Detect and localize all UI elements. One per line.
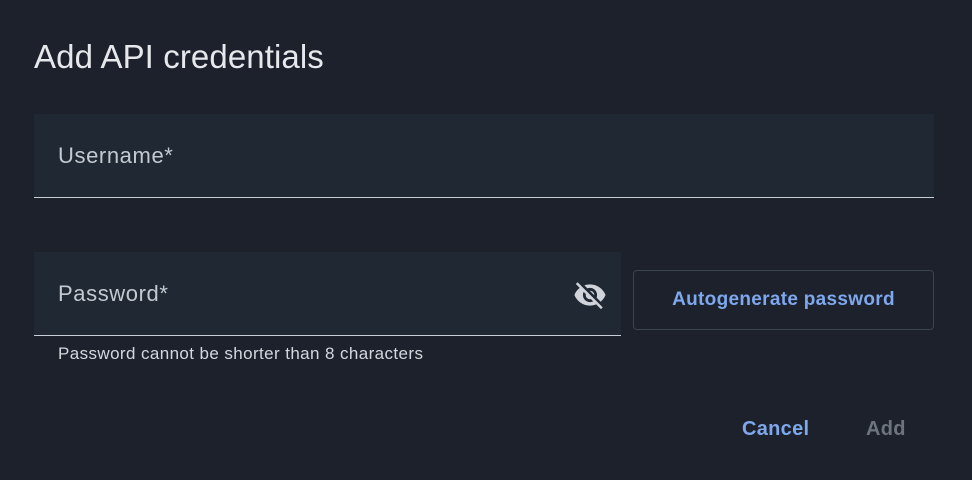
password-field[interactable]: Password* xyxy=(34,252,621,336)
eye-off-icon[interactable] xyxy=(571,276,609,314)
dialog-title: Add API credentials xyxy=(34,38,324,75)
add-button[interactable]: Add xyxy=(866,412,906,446)
password-input[interactable] xyxy=(58,272,559,318)
username-field[interactable]: Username* xyxy=(34,114,934,198)
username-input[interactable] xyxy=(58,134,872,180)
cancel-button[interactable]: Cancel xyxy=(742,412,809,446)
autogenerate-password-button[interactable]: Autogenerate password xyxy=(633,270,934,330)
add-api-credentials-dialog: Add API credentials Username* Password* … xyxy=(0,0,972,480)
password-hint: Password cannot be shorter than 8 charac… xyxy=(58,344,424,363)
